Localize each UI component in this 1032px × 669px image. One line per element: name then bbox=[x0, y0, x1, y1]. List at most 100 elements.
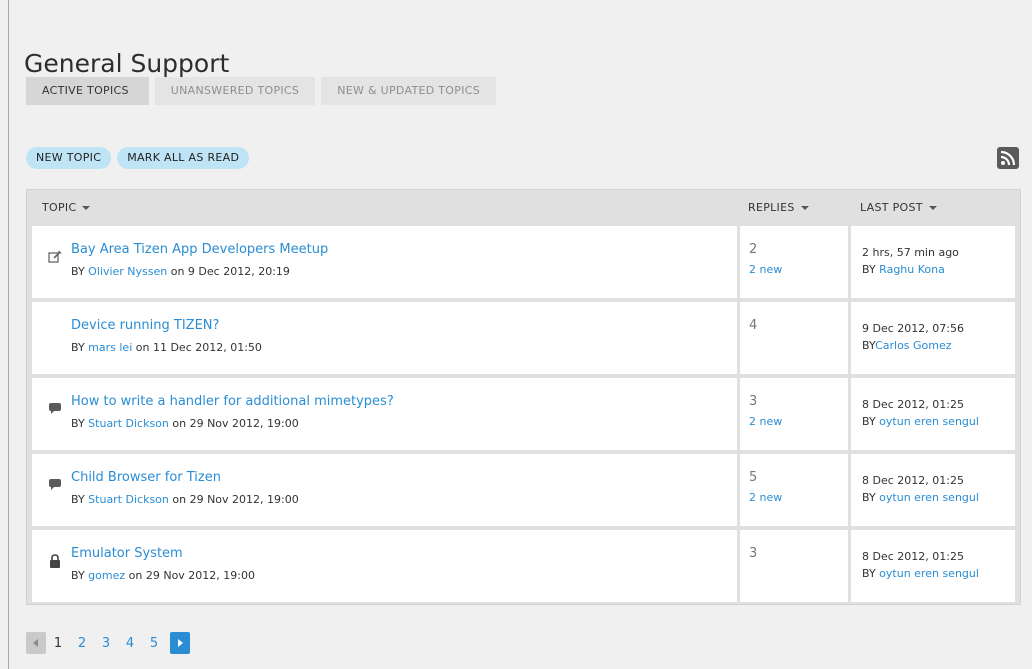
author-link[interactable]: Stuart Dickson bbox=[88, 493, 169, 506]
by-label: BY bbox=[862, 263, 880, 276]
rss-feed-icon[interactable] bbox=[997, 147, 1019, 169]
pagination: 1 2 3 4 5 bbox=[26, 632, 190, 654]
by-label: BY bbox=[862, 491, 880, 504]
replies-cell: 5 2 new bbox=[740, 454, 848, 526]
topic-column-header[interactable]: TOPIC bbox=[42, 190, 91, 226]
last-post-cell: 8 Dec 2012, 01:25 BY oytun eren sengul bbox=[851, 530, 1015, 602]
replies-column-header[interactable]: REPLIES bbox=[748, 190, 809, 226]
topic-cell: Child Browser for Tizen BY Stuart Dickso… bbox=[32, 454, 737, 526]
sort-caret-icon bbox=[928, 206, 937, 210]
last-post-time: 2 hrs, 57 min ago bbox=[862, 246, 959, 259]
author-link[interactable]: Stuart Dickson bbox=[88, 417, 169, 430]
posted-date: on 11 Dec 2012, 01:50 bbox=[132, 341, 262, 354]
new-topic-button[interactable]: NEW TOPIC bbox=[26, 147, 112, 169]
page-3-link[interactable]: 3 bbox=[94, 636, 118, 651]
author-link[interactable]: mars lei bbox=[88, 341, 132, 354]
last-post-header-label: LAST POST bbox=[860, 201, 923, 214]
last-author-link[interactable]: oytun eren sengul bbox=[879, 415, 979, 428]
by-label: BY bbox=[71, 265, 89, 278]
posted-date: on 29 Nov 2012, 19:00 bbox=[168, 493, 299, 506]
topic-cell: Emulator System BY gomez on 29 Nov 2012,… bbox=[32, 530, 737, 602]
replies-cell: 4 bbox=[740, 302, 848, 374]
topic-title-link[interactable]: Emulator System bbox=[71, 546, 183, 561]
topic-cell: Device running TIZEN? BY mars lei on 11 … bbox=[32, 302, 737, 374]
tab-unanswered-topics[interactable]: UNANSWERED TOPICS bbox=[154, 77, 316, 105]
chevron-left-icon bbox=[33, 639, 38, 647]
topic-cell: Bay Area Tizen App Developers Meetup BY … bbox=[32, 226, 737, 298]
author-link[interactable]: Olivier Nyssen bbox=[88, 265, 167, 278]
page-5-link[interactable]: 5 bbox=[142, 636, 166, 651]
topic-cell: How to write a handler for additional mi… bbox=[32, 378, 737, 450]
last-post-time: 9 Dec 2012, 07:56 bbox=[862, 322, 964, 335]
table-row: Emulator System BY gomez on 29 Nov 2012,… bbox=[32, 530, 1015, 602]
by-label: BY bbox=[862, 415, 880, 428]
topic-header-label: TOPIC bbox=[42, 201, 77, 214]
by-label: BY bbox=[862, 339, 876, 352]
next-page-button[interactable] bbox=[170, 632, 190, 654]
last-post-by: BY oytun eren sengul bbox=[862, 567, 979, 580]
replies-cell: 3 bbox=[740, 530, 848, 602]
mark-all-read-button[interactable]: MARK ALL AS READ bbox=[117, 147, 250, 169]
page-title: General Support bbox=[24, 48, 230, 78]
last-post-cell: 8 Dec 2012, 01:25 BY oytun eren sengul bbox=[851, 378, 1015, 450]
by-label: BY bbox=[71, 341, 89, 354]
last-author-link[interactable]: oytun eren sengul bbox=[879, 491, 979, 504]
last-post-time: 8 Dec 2012, 01:25 bbox=[862, 474, 964, 487]
last-post-time: 8 Dec 2012, 01:25 bbox=[862, 550, 964, 563]
last-post-by: BY Raghu Kona bbox=[862, 263, 945, 276]
chat-bubble-icon bbox=[48, 401, 62, 415]
new-replies-link[interactable]: 2 new bbox=[749, 491, 782, 504]
lock-icon bbox=[48, 553, 62, 568]
topic-meta: BY mars lei on 11 Dec 2012, 01:50 bbox=[71, 341, 262, 354]
posted-date: on 9 Dec 2012, 20:19 bbox=[167, 265, 290, 278]
new-replies-link[interactable]: 2 new bbox=[749, 415, 782, 428]
table-row: Device running TIZEN? BY mars lei on 11 … bbox=[32, 302, 1015, 374]
tab-new-updated-topics[interactable]: NEW & UPDATED TOPICS bbox=[321, 77, 496, 105]
author-link[interactable]: gomez bbox=[88, 569, 125, 582]
last-author-link[interactable]: oytun eren sengul bbox=[879, 567, 979, 580]
by-label: BY bbox=[862, 567, 880, 580]
last-post-column-header[interactable]: LAST POST bbox=[860, 190, 937, 226]
sort-caret-icon bbox=[800, 206, 809, 210]
last-post-by: BY oytun eren sengul bbox=[862, 415, 979, 428]
last-author-link[interactable]: Carlos Gomez bbox=[875, 339, 951, 352]
topic-actions: NEW TOPIC MARK ALL AS READ bbox=[26, 147, 250, 169]
edit-icon bbox=[48, 249, 62, 263]
by-label: BY bbox=[71, 493, 89, 506]
topic-tabs: ACTIVE TOPICS UNANSWERED TOPICS NEW & UP… bbox=[26, 77, 496, 105]
sort-caret-icon bbox=[82, 206, 91, 210]
page-2-link[interactable]: 2 bbox=[70, 636, 94, 651]
topic-meta: BY Stuart Dickson on 29 Nov 2012, 19:00 bbox=[71, 493, 299, 506]
table-header: TOPIC REPLIES LAST POST bbox=[27, 190, 1020, 226]
reply-count: 3 bbox=[749, 394, 758, 409]
posted-date: on 29 Nov 2012, 19:00 bbox=[168, 417, 299, 430]
chevron-right-icon bbox=[178, 639, 183, 647]
new-replies-link[interactable]: 2 new bbox=[749, 263, 782, 276]
table-row: How to write a handler for additional mi… bbox=[32, 378, 1015, 450]
last-post-by: BY oytun eren sengul bbox=[862, 491, 979, 504]
page-1-link[interactable]: 1 bbox=[46, 636, 70, 651]
window-border bbox=[8, 0, 9, 669]
tab-active-topics[interactable]: ACTIVE TOPICS bbox=[26, 77, 149, 105]
replies-cell: 2 2 new bbox=[740, 226, 848, 298]
table-row: Bay Area Tizen App Developers Meetup BY … bbox=[32, 226, 1015, 298]
topic-title-link[interactable]: How to write a handler for additional mi… bbox=[71, 394, 394, 409]
last-post-time: 8 Dec 2012, 01:25 bbox=[862, 398, 964, 411]
page-4-link[interactable]: 4 bbox=[118, 636, 142, 651]
reply-count: 3 bbox=[749, 546, 758, 561]
topic-meta: BY Stuart Dickson on 29 Nov 2012, 19:00 bbox=[71, 417, 299, 430]
prev-page-button[interactable] bbox=[26, 632, 46, 654]
last-author-link[interactable]: Raghu Kona bbox=[879, 263, 945, 276]
by-label: BY bbox=[71, 417, 89, 430]
topic-title-link[interactable]: Child Browser for Tizen bbox=[71, 470, 221, 485]
replies-header-label: REPLIES bbox=[748, 201, 795, 214]
topic-meta: BY Olivier Nyssen on 9 Dec 2012, 20:19 bbox=[71, 265, 290, 278]
reply-count: 5 bbox=[749, 470, 758, 485]
posted-date: on 29 Nov 2012, 19:00 bbox=[125, 569, 255, 582]
topic-title-link[interactable]: Device running TIZEN? bbox=[71, 318, 219, 333]
last-post-cell: 8 Dec 2012, 01:25 BY oytun eren sengul bbox=[851, 454, 1015, 526]
reply-count: 2 bbox=[749, 242, 758, 257]
chat-bubble-icon bbox=[48, 477, 62, 491]
topics-table: TOPIC REPLIES LAST POST Bay Area Tizen A… bbox=[26, 189, 1021, 605]
topic-title-link[interactable]: Bay Area Tizen App Developers Meetup bbox=[71, 242, 328, 257]
